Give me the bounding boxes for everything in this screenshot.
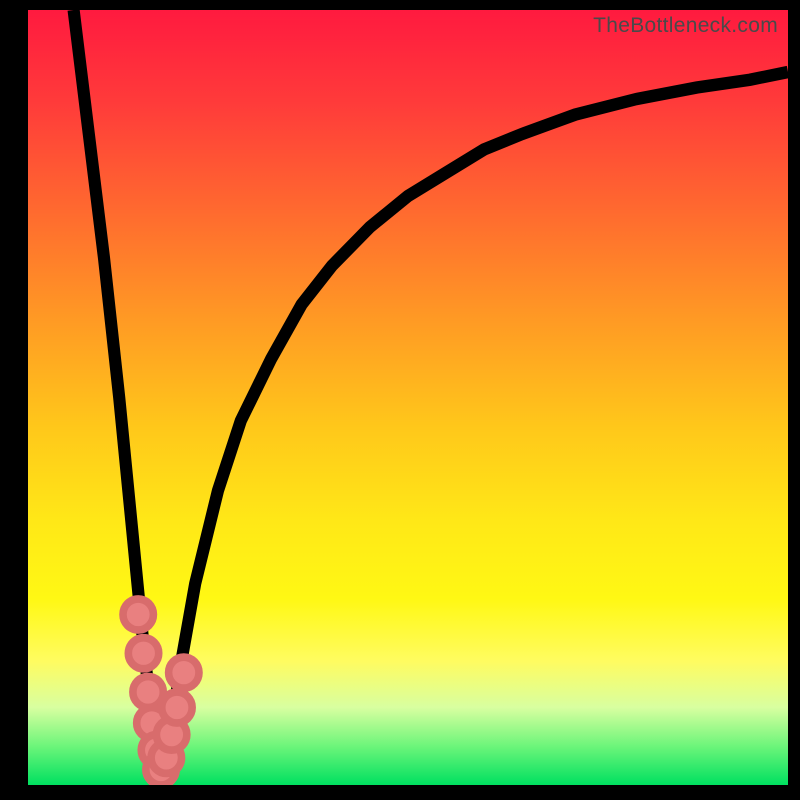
- curve-right-branch: [161, 72, 788, 781]
- marker-point: [128, 638, 158, 669]
- marker-point: [169, 657, 199, 688]
- watermark-text: TheBottleneck.com: [593, 14, 778, 38]
- marker-point: [123, 599, 153, 630]
- plot-area: TheBottleneck.com: [28, 10, 788, 785]
- chart-frame: TheBottleneck.com: [0, 0, 800, 800]
- chart-svg: [28, 10, 788, 785]
- marker-point: [162, 692, 192, 723]
